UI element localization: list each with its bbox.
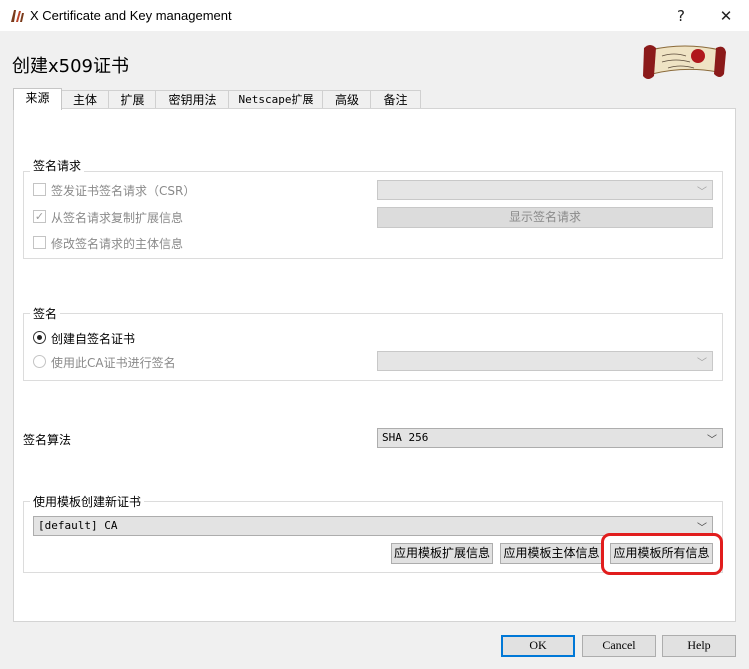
chevron-down-icon: ﹀: [697, 187, 707, 198]
self-signed-radio[interactable]: [33, 331, 46, 344]
copy-ext-checkbox[interactable]: ✓: [33, 210, 46, 223]
help-button[interactable]: Help: [662, 635, 736, 657]
chevron-down-icon: ﹀: [697, 358, 707, 369]
csr-select[interactable]: ﹀: [377, 180, 713, 200]
close-window-button[interactable]: ✕: [703, 0, 749, 31]
use-ca-label: 使用此CA证书进行签名: [51, 356, 176, 370]
highlight-annotation: [601, 533, 723, 575]
self-signed-label: 创建自签名证书: [51, 332, 136, 346]
tab-bar: 来源 主体 扩展 密钥用法 Netscape扩展 高级 备注: [13, 88, 433, 110]
modify-subject-label: 修改签名请求的主体信息: [51, 237, 184, 251]
ca-select[interactable]: ﹀: [377, 351, 713, 371]
chevron-down-icon: ﹀: [697, 523, 707, 534]
template-value: [default] CA: [38, 519, 118, 532]
copy-ext-label: 从签名请求复制扩展信息: [51, 211, 184, 225]
signing-request-title: 签名请求: [30, 157, 85, 174]
help-icon: ?: [677, 6, 685, 25]
xca-logo: [643, 45, 726, 79]
apply-ext-button[interactable]: 应用模板扩展信息: [391, 543, 493, 564]
check-icon: ✓: [34, 210, 45, 223]
cancel-button[interactable]: Cancel: [582, 635, 656, 657]
algorithm-select[interactable]: SHA 256 ﹀: [377, 428, 723, 448]
app-icon: [11, 10, 24, 22]
help-title-button[interactable]: ?: [658, 0, 704, 31]
close-icon: ✕: [719, 6, 733, 25]
tab-extensions[interactable]: 扩展: [108, 90, 157, 109]
window-title: X Certificate and Key management: [30, 8, 232, 23]
algorithm-label: 签名算法: [23, 433, 72, 447]
tab-advanced[interactable]: 高级: [322, 90, 372, 109]
modify-subject-checkbox[interactable]: [33, 236, 46, 249]
sign-csr-checkbox[interactable]: [33, 183, 46, 196]
page-title: 创建x509证书: [12, 56, 130, 77]
tab-source[interactable]: 来源: [13, 88, 62, 110]
tab-key-usage[interactable]: 密钥用法: [155, 90, 230, 109]
tab-netscape[interactable]: Netscape扩展: [228, 90, 324, 109]
signing-title: 签名: [30, 305, 61, 322]
use-ca-radio[interactable]: [33, 355, 46, 368]
tab-subject[interactable]: 主体: [60, 90, 110, 109]
apply-subject-button[interactable]: 应用模板主体信息: [500, 543, 603, 564]
algorithm-value: SHA 256: [382, 431, 429, 444]
chevron-down-icon: ﹀: [707, 435, 717, 446]
sign-csr-label: 签发证书签名请求（CSR）: [51, 184, 196, 198]
ok-button[interactable]: OK: [501, 635, 575, 657]
template-title: 使用模板创建新证书: [30, 493, 145, 510]
tab-comment[interactable]: 备注: [370, 90, 421, 109]
show-request-button[interactable]: 显示签名请求: [377, 207, 713, 228]
title-bar: X Certificate and Key management ? ✕: [0, 0, 749, 31]
